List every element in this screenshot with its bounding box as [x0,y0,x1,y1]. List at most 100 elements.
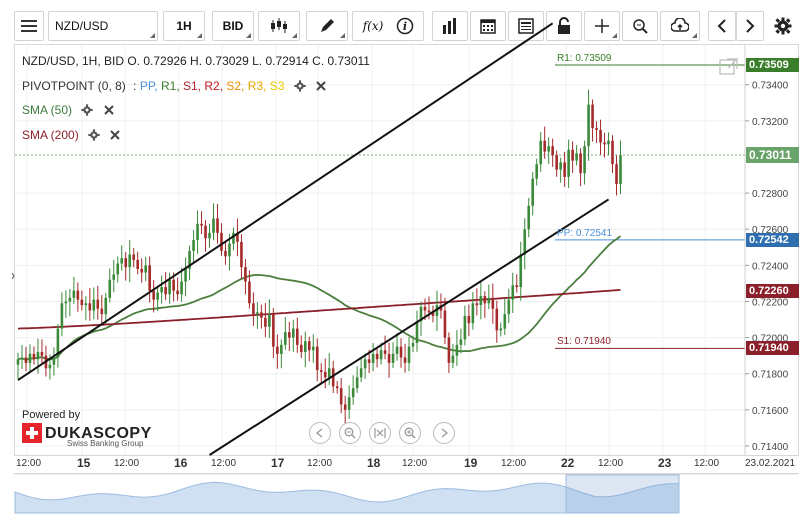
candle-body [307,341,311,351]
candle-body [240,241,243,268]
candle-body [24,357,28,363]
time-tick-label: 17 [271,456,285,470]
candle-body [176,290,179,295]
candle-body [220,232,223,251]
y-tick-label: 0.73200 [752,117,789,128]
candle-body [551,146,554,156]
candle-body [128,254,132,268]
candle-body [587,104,590,147]
candle-body [276,346,279,354]
candle-body [204,225,207,239]
candle-body [160,287,163,293]
candle-body [403,357,407,363]
candle-body [591,104,594,129]
candle-body [371,353,375,363]
pivot-item: R3, [244,79,267,93]
candle-body [379,350,383,360]
candle-body [284,332,287,345]
current-price-tag: 0.73011 [746,146,799,163]
candle-body [200,223,203,226]
zoom-in-icon[interactable] [399,422,421,444]
dukascopy-logo[interactable]: DUKASCOPY Swiss Banking Group [22,423,152,448]
candle-body [323,371,327,378]
pivot-item: PP, [139,79,158,93]
candle-body [523,229,527,255]
candle-body [527,205,531,230]
candle-body [603,142,606,145]
candle-body [351,388,355,398]
candle-body [451,355,455,363]
play-forward-icon[interactable] [433,422,455,444]
candle-body [64,301,68,304]
candle-body [319,370,323,372]
pivot-items: PP, R1, S1, R2, S2, R3, S3 [140,79,285,93]
sma50-legend: SMA (50) [22,103,115,119]
external-link-icon[interactable] [719,57,739,75]
candle-body [40,352,44,356]
close-icon[interactable] [103,104,115,119]
grid [15,45,745,455]
candle-body [487,297,491,304]
gear-icon[interactable] [88,129,100,144]
candle-body [256,312,259,315]
candle-body [491,297,495,309]
candle-body [555,155,558,170]
sma50-line [17,235,622,361]
candle-body [252,303,255,315]
candle-body [156,292,159,300]
collapse-handle-icon[interactable] [11,272,15,280]
candle-body [92,299,96,311]
candle-body [140,268,143,273]
candle-body [96,299,100,309]
candle-body [112,274,116,280]
time-tick-label: 12:00 [402,458,428,469]
candle-body [124,258,128,268]
moving-averages [17,235,622,361]
candle-body [575,153,578,161]
s1-price-tag: 0.71940 [746,341,799,356]
sma200-label: SMA (200) [22,128,79,142]
candle-body [315,346,319,371]
candle-body [100,308,104,315]
time-tick-label: 18 [367,456,381,470]
time-tick-label: 12:00 [16,458,42,469]
candle-body [459,339,463,345]
candle-body [535,164,538,179]
candle-body [579,153,582,174]
candle-body [311,346,315,351]
time-tick-label: 12:00 [307,458,333,469]
candle-body [503,314,507,329]
zoom-out-icon[interactable] [339,422,361,444]
fit-icon[interactable] [369,422,391,444]
candle-body [36,352,40,360]
play-back-icon[interactable] [309,422,331,444]
candle-body [395,346,399,354]
candle-body [567,149,570,177]
candle-body [607,140,610,145]
candle-body [595,128,598,130]
close-icon[interactable] [315,80,327,95]
y-tick-label: 0.73400 [752,81,789,92]
candle-body [367,359,371,363]
candle-body [383,350,387,354]
candle-body [447,337,451,363]
gear-icon[interactable] [81,104,94,119]
close-icon[interactable] [109,129,121,144]
candle-body [144,265,147,273]
y-tick-label: 0.72800 [752,189,789,200]
gear-icon[interactable] [294,80,306,95]
navigator[interactable] [14,473,799,513]
candle-body [132,254,136,260]
sma200-price-tag: 0.72260 [746,283,799,298]
pivot-name: PIVOTPOINT (0, 8) [22,79,126,93]
ohlc-legend: NZD/USD, 1H, BID O. 0.72926 H. 0.73029 L… [22,54,370,68]
candle-body [559,162,562,170]
candle-body [327,368,331,378]
time-tick-label: 19 [464,456,478,470]
brand-tagline: Swiss Banking Group [67,439,144,448]
pivot-item: S3 [266,79,285,93]
candle-body [563,162,566,177]
candle-body [571,149,574,161]
s1-level-label: S1: 0.71940 [557,336,611,348]
pivot-separator: : [133,79,137,93]
